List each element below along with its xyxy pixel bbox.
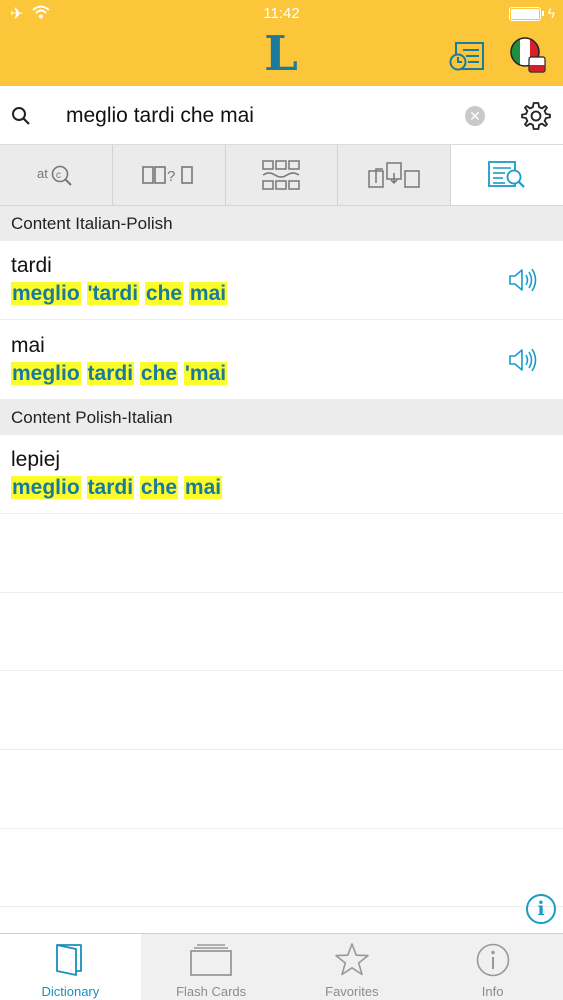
phrase-word: tardi: [86, 476, 135, 499]
fuzzy-search-icon: [262, 160, 301, 190]
tab-favorites[interactable]: Favorites: [282, 934, 423, 1000]
phrase-word: meglio: [11, 476, 81, 499]
book-icon: [56, 944, 83, 976]
tab-inflection-search[interactable]: [338, 145, 452, 205]
tab-label: Flash Cards: [176, 984, 247, 999]
tab-dictionary[interactable]: Dictionary: [0, 934, 141, 1000]
tab-full-text-search[interactable]: [451, 145, 563, 205]
list-separator: [0, 670, 563, 671]
phrase-word: 'mai: [183, 362, 228, 385]
charging-icon: ϟ: [547, 5, 555, 21]
list-separator: [0, 749, 563, 750]
phrase-word: che: [144, 282, 184, 305]
section-header: Content Polish-Italian: [0, 400, 563, 435]
list-separator: [0, 906, 563, 907]
search-icon: [12, 107, 30, 125]
speaker-icon[interactable]: [508, 266, 538, 294]
entry-headword: lepiej: [11, 448, 61, 471]
phrase-word: meglio: [11, 282, 81, 305]
status-bar: ✈ 11:42 ϟ: [0, 0, 563, 28]
bottom-tab-bar: Dictionary Flash Cards Favorites Info: [0, 933, 563, 1000]
tab-label: Favorites: [325, 984, 379, 999]
list-item[interactable]: lepiej meglio tardi che mai: [0, 435, 563, 514]
star-icon: [335, 943, 369, 976]
entry-phrase: meglio tardi che mai: [11, 476, 223, 500]
phrase-word: mai: [183, 476, 223, 499]
info-icon[interactable]: i: [526, 894, 556, 924]
cards-icon: [190, 944, 233, 976]
language-flag-icon[interactable]: [510, 37, 546, 73]
inflection-search-icon: [368, 162, 421, 188]
entry-phrase: meglio 'tardi che mai: [11, 282, 228, 306]
list-item[interactable]: tardi meglio 'tardi che mai: [0, 241, 563, 320]
tab-label: Dictionary: [41, 984, 100, 999]
tab-fuzzy-search[interactable]: [226, 145, 339, 205]
list-item[interactable]: mai meglio tardi che 'mai: [0, 321, 563, 400]
svg-text:at: at: [37, 166, 48, 181]
app-header: ✈ 11:42 ϟ L: [0, 0, 563, 86]
phrase-word: meglio: [11, 362, 81, 385]
phrase-word: 'tardi: [86, 282, 140, 305]
clear-search-icon[interactable]: ✕: [465, 106, 485, 126]
info-icon: [476, 943, 509, 977]
tab-wildcard-search[interactable]: ?: [113, 145, 226, 205]
battery-icon: [509, 7, 544, 21]
svg-text:?: ?: [167, 168, 175, 185]
svg-text:c: c: [56, 170, 61, 181]
tab-label: Info: [481, 984, 504, 999]
entry-phrase: meglio tardi che 'mai: [11, 362, 228, 386]
speaker-icon[interactable]: [508, 346, 538, 374]
search-mode-tabs: at c ?: [0, 145, 563, 206]
phrase-word: che: [139, 362, 179, 385]
section-header: Content Italian-Polish: [0, 206, 563, 241]
list-separator: [0, 828, 563, 829]
search-bar: ✕: [0, 86, 563, 145]
entry-headword: tardi: [11, 254, 52, 277]
gear-icon[interactable]: [521, 101, 551, 131]
history-icon[interactable]: [449, 40, 485, 72]
screen: ✈ 11:42 ϟ L meglio tardi che mai ✕ at c …: [0, 0, 563, 1000]
phrase-word: mai: [188, 282, 228, 305]
wildcard-search-icon: ?: [141, 166, 193, 185]
langenscheidt-logo: L: [264, 26, 298, 82]
status-time: 11:42: [263, 5, 300, 22]
phrase-word: che: [139, 476, 179, 499]
phrase-word: tardi: [86, 362, 135, 385]
tab-headword-search[interactable]: at c: [0, 145, 113, 205]
headword-search-icon: at c: [37, 165, 72, 186]
full-text-search-icon: [488, 161, 525, 188]
tab-flash-cards[interactable]: Flash Cards: [141, 934, 282, 1000]
tab-info[interactable]: Info: [422, 934, 563, 1000]
search-input[interactable]: [66, 98, 446, 134]
entry-headword: mai: [11, 334, 45, 357]
list-separator: [0, 592, 563, 593]
